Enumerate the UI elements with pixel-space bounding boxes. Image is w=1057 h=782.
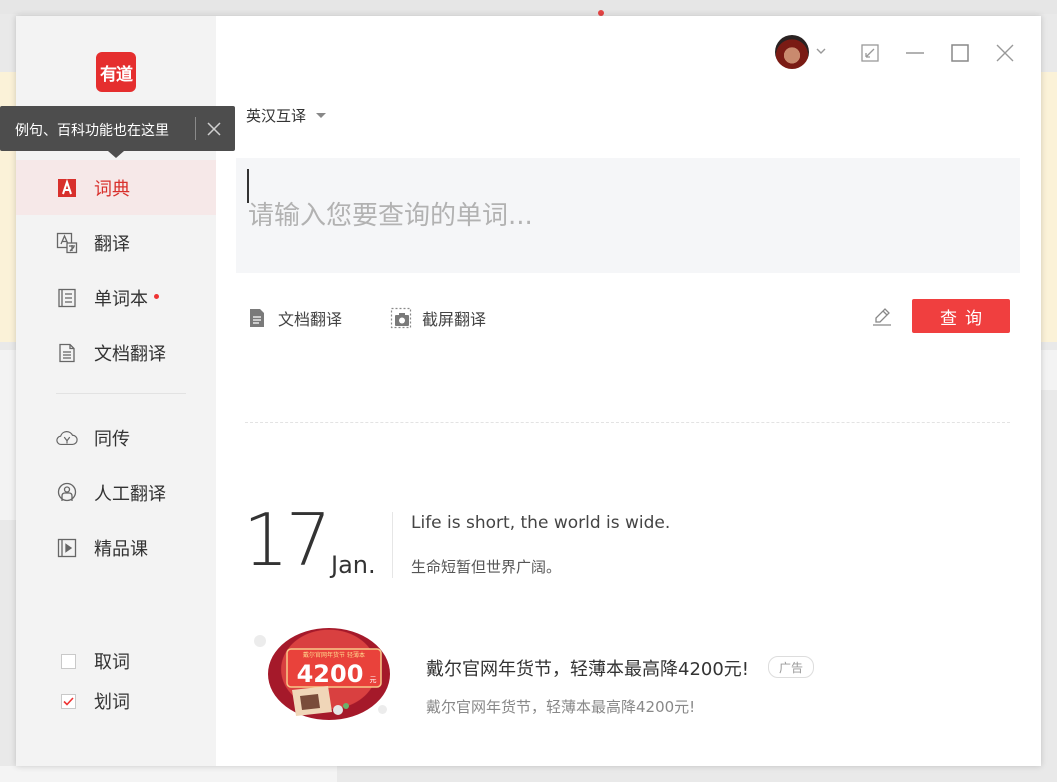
screenshot-camera-icon: [390, 307, 412, 329]
ad-badge-unit: 元: [370, 676, 377, 684]
sidebar-divider: [56, 393, 186, 394]
doc-translate-label: 文档翻译: [278, 310, 343, 329]
video-play-icon: [56, 537, 78, 559]
feature-tooltip: 例句、百科功能也在这里: [0, 106, 235, 151]
query-button[interactable]: 查询: [912, 299, 1010, 333]
capture-word-option[interactable]: 取词: [16, 646, 216, 676]
decorative-dot: [378, 705, 387, 714]
user-avatar[interactable]: [775, 35, 809, 69]
notification-dot: [154, 294, 159, 299]
background-panel: [0, 766, 337, 782]
screenshot-translate-button[interactable]: 截屏翻译: [390, 306, 486, 330]
tooltip-separator: [195, 117, 196, 140]
ad-laptop-graphic: [292, 686, 349, 716]
screenshot-translate-label: 截屏翻译: [422, 310, 487, 329]
sidebar-item-translate[interactable]: 翻译: [16, 215, 216, 270]
sidebar-item-courses[interactable]: 精品课: [16, 520, 216, 575]
sidebar-item-label: 词典: [94, 178, 130, 200]
background-panel: [1041, 350, 1057, 390]
daily-sentence-en: Life is short, the world is wide.: [411, 513, 671, 533]
checkmark-icon: [63, 696, 74, 706]
sidebar-item-dictionary[interactable]: 词典: [16, 160, 216, 215]
language-label: 英汉互译: [246, 107, 307, 125]
doc-translate-button[interactable]: 文档翻译: [246, 306, 342, 330]
dropdown-caret-icon: [316, 113, 327, 118]
select-word-label: 划词: [94, 692, 130, 713]
language-selector[interactable]: 英汉互译: [246, 105, 327, 126]
ad-subtitle-link[interactable]: 戴尔官网年货节，轻薄本最高降4200元!: [426, 696, 695, 717]
sidebar-item-wordbook[interactable]: 单词本: [16, 270, 216, 325]
close-icon[interactable]: [994, 42, 1016, 64]
background-panel: [1041, 72, 1057, 342]
sidebar-item-label: 人工翻译: [94, 483, 166, 505]
sidebar-item-label: 文档翻译: [94, 343, 166, 365]
section-divider: [245, 422, 1010, 423]
ad-badge-caption: 戴尔官网年货节 轻薄本: [303, 651, 365, 659]
daily-day: 17: [243, 498, 332, 582]
sidebar-item-human-translation[interactable]: 人工翻译: [16, 465, 216, 520]
sidebar-item-label: 精品课: [94, 538, 148, 560]
ad-title-link[interactable]: 戴尔官网年货节，轻薄本最高降4200元!: [426, 655, 749, 681]
sidebar-item-label: 单词本: [94, 288, 148, 310]
daily-divider: [392, 512, 393, 578]
dictionary-icon: [56, 177, 78, 199]
maximize-icon[interactable]: [949, 42, 971, 64]
minimize-icon[interactable]: [904, 42, 926, 64]
sidebar-item-doc-translate[interactable]: 文档翻译: [16, 325, 216, 380]
background-panel: [0, 350, 16, 520]
mini-mode-icon[interactable]: [859, 42, 881, 64]
handwriting-pen-icon[interactable]: [870, 305, 894, 329]
search-input[interactable]: [236, 158, 1020, 273]
daily-month: Jan.: [331, 551, 376, 579]
select-word-checkbox[interactable]: [61, 693, 76, 709]
wordbook-icon: [56, 287, 78, 309]
background-app-strip: [0, 0, 1057, 14]
decorative-dot: [254, 635, 266, 647]
sidebar-item-simultaneous[interactable]: 同传: [16, 410, 216, 465]
ad-tag: 广告: [768, 656, 814, 678]
document-icon: [250, 309, 264, 327]
document-icon: [56, 342, 78, 364]
ad-price-badge: 戴尔官网年货节 轻薄本 4200 元: [286, 648, 382, 688]
cloud-icon: [56, 427, 78, 449]
capture-word-label: 取词: [94, 652, 130, 673]
sidebar-item-label: 同传: [94, 428, 130, 450]
chevron-down-icon[interactable]: [815, 46, 827, 56]
tooltip-close-icon[interactable]: [204, 119, 224, 139]
tooltip-text: 例句、百科功能也在这里: [15, 123, 169, 139]
daily-sentence-zh: 生命短暂但世界广阔。: [411, 558, 562, 576]
translate-icon: [56, 232, 78, 254]
tooltip-arrow: [108, 151, 124, 158]
sidebar-item-label: 翻译: [94, 233, 130, 255]
headset-icon: [56, 482, 78, 504]
app-logo: 有道: [96, 52, 136, 92]
text-cursor: [247, 169, 249, 203]
select-word-option[interactable]: 划词: [16, 686, 216, 716]
capture-word-checkbox[interactable]: [61, 653, 76, 669]
